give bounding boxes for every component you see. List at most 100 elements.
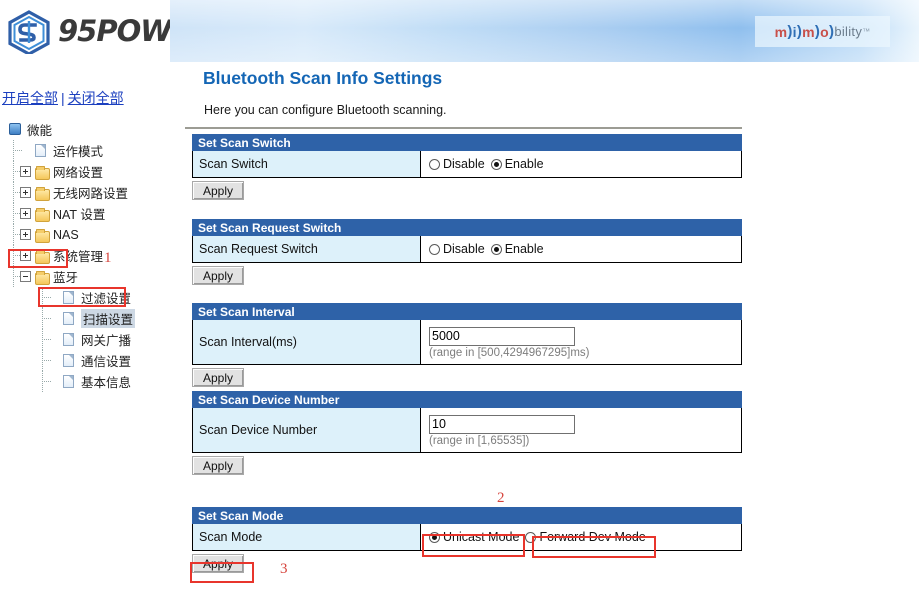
header-banner: m) i) m) o) bility ™ [170, 0, 919, 62]
expand-icon[interactable] [20, 250, 31, 261]
annotation-marker-3: 3 [280, 561, 288, 577]
section-row: Scan Request Switch Disable Enable [192, 236, 742, 263]
radio-selected-icon[interactable] [490, 158, 502, 170]
expand-icon[interactable] [20, 166, 31, 177]
row-value: Disable Enable [421, 151, 741, 177]
tree-item-label: 微能 [27, 124, 53, 138]
tree-item-label: NAT 设置 [53, 208, 106, 222]
apply-button[interactable]: Apply [192, 266, 244, 285]
apply-button[interactable]: Apply [192, 554, 244, 573]
page-icon [62, 353, 77, 368]
sidebar: 开启全部 | 关闭全部 微能运作模式 网络设置 无线网路设置 NAT 设置 NAS 系统管理蓝… [0, 62, 170, 606]
page-icon [62, 374, 77, 389]
tree-item-0[interactable]: 微能 [4, 119, 170, 140]
title-divider [185, 127, 742, 129]
mimo-suffix: bility [834, 24, 863, 39]
row-label: Scan Switch [193, 151, 421, 177]
collapse-all-link[interactable]: 关闭全部 [68, 90, 124, 106]
page-icon [62, 290, 77, 305]
tree-item-label: 蓝牙 [53, 271, 79, 285]
tree-item-6[interactable]: 系统管理 [4, 245, 170, 266]
mimobility-logo: m) i) m) o) bility ™ [755, 16, 890, 47]
tree-item-label: 通信设置 [81, 355, 132, 369]
radio-unselected-icon[interactable] [525, 531, 537, 543]
expand-icon[interactable] [20, 229, 31, 240]
radio-selected-icon[interactable] [429, 531, 440, 543]
tree-toggle-links: 开启全部 | 关闭全部 [2, 88, 124, 108]
radio-option-label: Disable [443, 157, 485, 171]
tree-item-label: 网关广播 [81, 334, 132, 348]
tree-item-9[interactable]: 扫描设置 [4, 308, 170, 329]
mimo-letter-o: o [820, 23, 830, 40]
page-description: Here you can configure Bluetooth scannin… [204, 103, 447, 117]
main-content: Bluetooth Scan Info Settings Here you ca… [170, 62, 919, 606]
radio-option-label: Disable [443, 242, 485, 256]
hexagon-swirl-logo [6, 10, 52, 59]
expand-icon[interactable] [20, 208, 31, 219]
section-heading: Set Scan Switch [192, 134, 742, 151]
section-1: Set Scan Request Switch Scan Request Swit… [192, 219, 742, 285]
value-input[interactable] [429, 326, 575, 346]
apply-button[interactable]: Apply [192, 456, 244, 475]
radio-selected-icon[interactable] [490, 243, 502, 255]
tree-guide-elbow [42, 339, 51, 340]
section-3: Set Scan Device Number Scan Device Number… [192, 391, 742, 475]
computer-icon-glyph [9, 122, 21, 135]
section-row: Scan Device Number (range in [1,65535]) [192, 408, 742, 453]
tree-item-5[interactable]: NAS [4, 224, 170, 245]
folder-icon-glyph [35, 249, 50, 264]
folder-icon-glyph [35, 207, 50, 222]
folder-icon [34, 228, 50, 243]
annotation-marker-2: 2 [497, 490, 505, 506]
tree-item-1[interactable]: 运作模式 [4, 140, 170, 161]
radio-option-label: Unicast Mode [443, 530, 520, 544]
radio-unselected-icon[interactable] [429, 243, 440, 255]
section-2: Set Scan IntervalScan Interval(ms) (range… [192, 303, 742, 387]
tree-guide-elbow [13, 150, 22, 151]
tree-item-11[interactable]: 通信设置 [4, 350, 170, 371]
radio-option-1[interactable]: Forward Dev Mode [525, 530, 646, 544]
value-input[interactable] [429, 414, 575, 434]
page-icon-glyph [63, 353, 74, 367]
page-icon-glyph [63, 290, 74, 304]
page-icon [34, 143, 49, 158]
section-row: Scan Interval(ms) (range in [500,42949672… [192, 320, 742, 365]
range-hint: (range in [1,65535]) [429, 434, 530, 447]
radio-option-label: Enable [504, 242, 544, 256]
folder-icon-glyph [35, 165, 50, 180]
tree-guide-elbow [42, 381, 51, 382]
radio-option-1[interactable]: Enable [490, 242, 544, 256]
tree-guide-elbow [42, 297, 51, 298]
radio-option-1[interactable]: Enable [490, 157, 544, 171]
browser-page: 95POWER m) i) m) o) bility ™ 开启全部 | 关闭全部 微能运作模式… [0, 0, 919, 606]
navigation-tree: 微能运作模式 网络设置 无线网路设置 NAT 设置 NAS 系统管理蓝牙过滤设置 扫描设置网… [4, 119, 170, 392]
radio-option-label: Forward Dev Mode [539, 530, 646, 544]
radio-option-0[interactable]: Disable [429, 242, 485, 256]
link-separator: | [61, 90, 65, 106]
tree-item-10[interactable]: 网关广播 [4, 329, 170, 350]
tree-item-3[interactable]: 无线网路设置 [4, 182, 170, 203]
collapse-icon[interactable] [20, 271, 31, 282]
tree-item-7[interactable]: 蓝牙 [4, 266, 170, 287]
section-4: Set Scan Mode Scan Mode Unicast Mode Forwar… [192, 507, 742, 573]
page-icon-glyph [63, 311, 74, 325]
apply-button[interactable]: Apply [192, 368, 244, 387]
tree-item-8[interactable]: 过滤设置 [4, 287, 170, 308]
expand-icon[interactable] [20, 187, 31, 198]
section-row: Scan Mode Unicast Mode Forward Dev Mode [192, 524, 742, 551]
radio-option-0[interactable]: Unicast Mode [429, 530, 519, 544]
section-heading: Set Scan Mode [192, 507, 742, 524]
brand-bar: 95POWER [0, 0, 212, 62]
annotation-marker-1: 1 [104, 250, 112, 266]
radio-unselected-icon[interactable] [429, 158, 440, 170]
tree-item-12[interactable]: 基本信息 [4, 371, 170, 392]
page-icon-glyph [63, 332, 74, 346]
section-heading: Set Scan Device Number [192, 391, 742, 408]
expand-all-link[interactable]: 开启全部 [2, 90, 58, 106]
apply-button[interactable]: Apply [192, 181, 244, 200]
range-hint: (range in [500,4294967295]ms) [429, 346, 590, 359]
radio-option-0[interactable]: Disable [429, 157, 485, 171]
tree-item-4[interactable]: NAT 设置 [4, 203, 170, 224]
tree-item-2[interactable]: 网络设置 [4, 161, 170, 182]
mimo-letter-m1: m [774, 23, 788, 40]
